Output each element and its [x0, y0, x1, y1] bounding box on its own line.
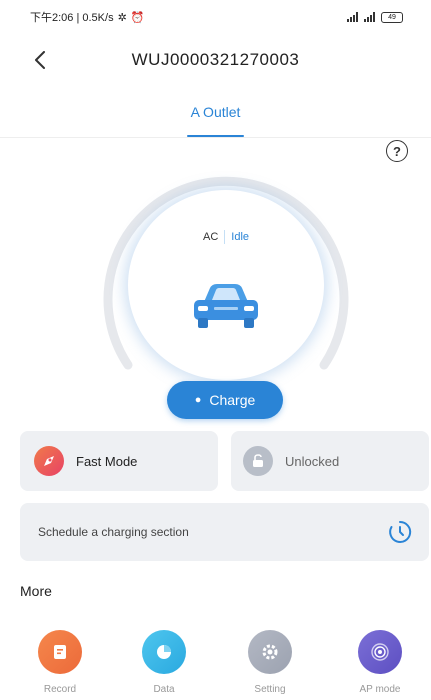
fast-mode-card[interactable]: Fast Mode [20, 431, 218, 491]
record-icon [38, 630, 82, 674]
record-label: Record [43, 684, 77, 695]
more-item-record[interactable]: Record [22, 630, 98, 695]
bolt-icon: ● [194, 394, 202, 406]
status-left: 下午2:06 | 0.5K/s ✲ ⏰ [30, 9, 145, 25]
lock-status-label: Unlocked [285, 453, 340, 469]
pie-chart-icon [142, 630, 186, 674]
status-divider [224, 230, 226, 244]
ap-mode-label: AP mode [359, 684, 401, 695]
status-time-speed: 下午2:06 | 0.5K/s [30, 12, 114, 24]
charging-gauge: AC Idle [98, 170, 354, 380]
header: WUJ0000321270003 [0, 40, 431, 80]
help-icon[interactable]: ? [386, 140, 408, 162]
more-item-ap-mode[interactable]: AP mode [342, 630, 418, 695]
status-bar: 下午2:06 | 0.5K/s ✲ ⏰ 49 [0, 0, 431, 34]
more-item-data[interactable]: Data [126, 630, 202, 695]
gear-icon [248, 630, 292, 674]
charge-button-label: Charge [209, 392, 256, 408]
wifi-signal-icon [358, 630, 402, 674]
alarm-icon: ⏰ [130, 11, 145, 24]
lock-card[interactable]: Unlocked [231, 431, 429, 491]
timer-icon [389, 520, 412, 543]
gauge-status: AC Idle [98, 230, 354, 244]
more-section-title: More [20, 583, 52, 599]
device-id-title: WUJ0000321270003 [131, 50, 300, 69]
signal-icon [347, 12, 358, 22]
more-item-setting[interactable]: Setting [232, 630, 308, 695]
outlet-state: Idle [231, 231, 250, 243]
schedule-card[interactable]: Schedule a charging section [20, 503, 429, 561]
rocket-icon [34, 446, 64, 476]
outlet-tabs: A Outlet [0, 98, 431, 138]
signal-icon-2 [364, 12, 375, 22]
status-right: 49 [347, 11, 403, 23]
charge-button[interactable]: ● Charge [167, 381, 283, 419]
battery-icon: 49 [381, 11, 403, 23]
unlock-icon [243, 446, 273, 476]
bluetooth-icon: ✲ [117, 11, 127, 24]
outlet-type: AC [202, 231, 219, 243]
setting-label: Setting [254, 684, 286, 695]
fast-mode-label: Fast Mode [76, 453, 138, 469]
chevron-left-icon [35, 51, 45, 69]
tab-a-outlet[interactable]: A Outlet [186, 98, 245, 137]
schedule-label: Schedule a charging section [38, 525, 189, 539]
car-icon [194, 284, 258, 328]
data-label: Data [153, 684, 175, 695]
back-button[interactable] [26, 46, 54, 74]
